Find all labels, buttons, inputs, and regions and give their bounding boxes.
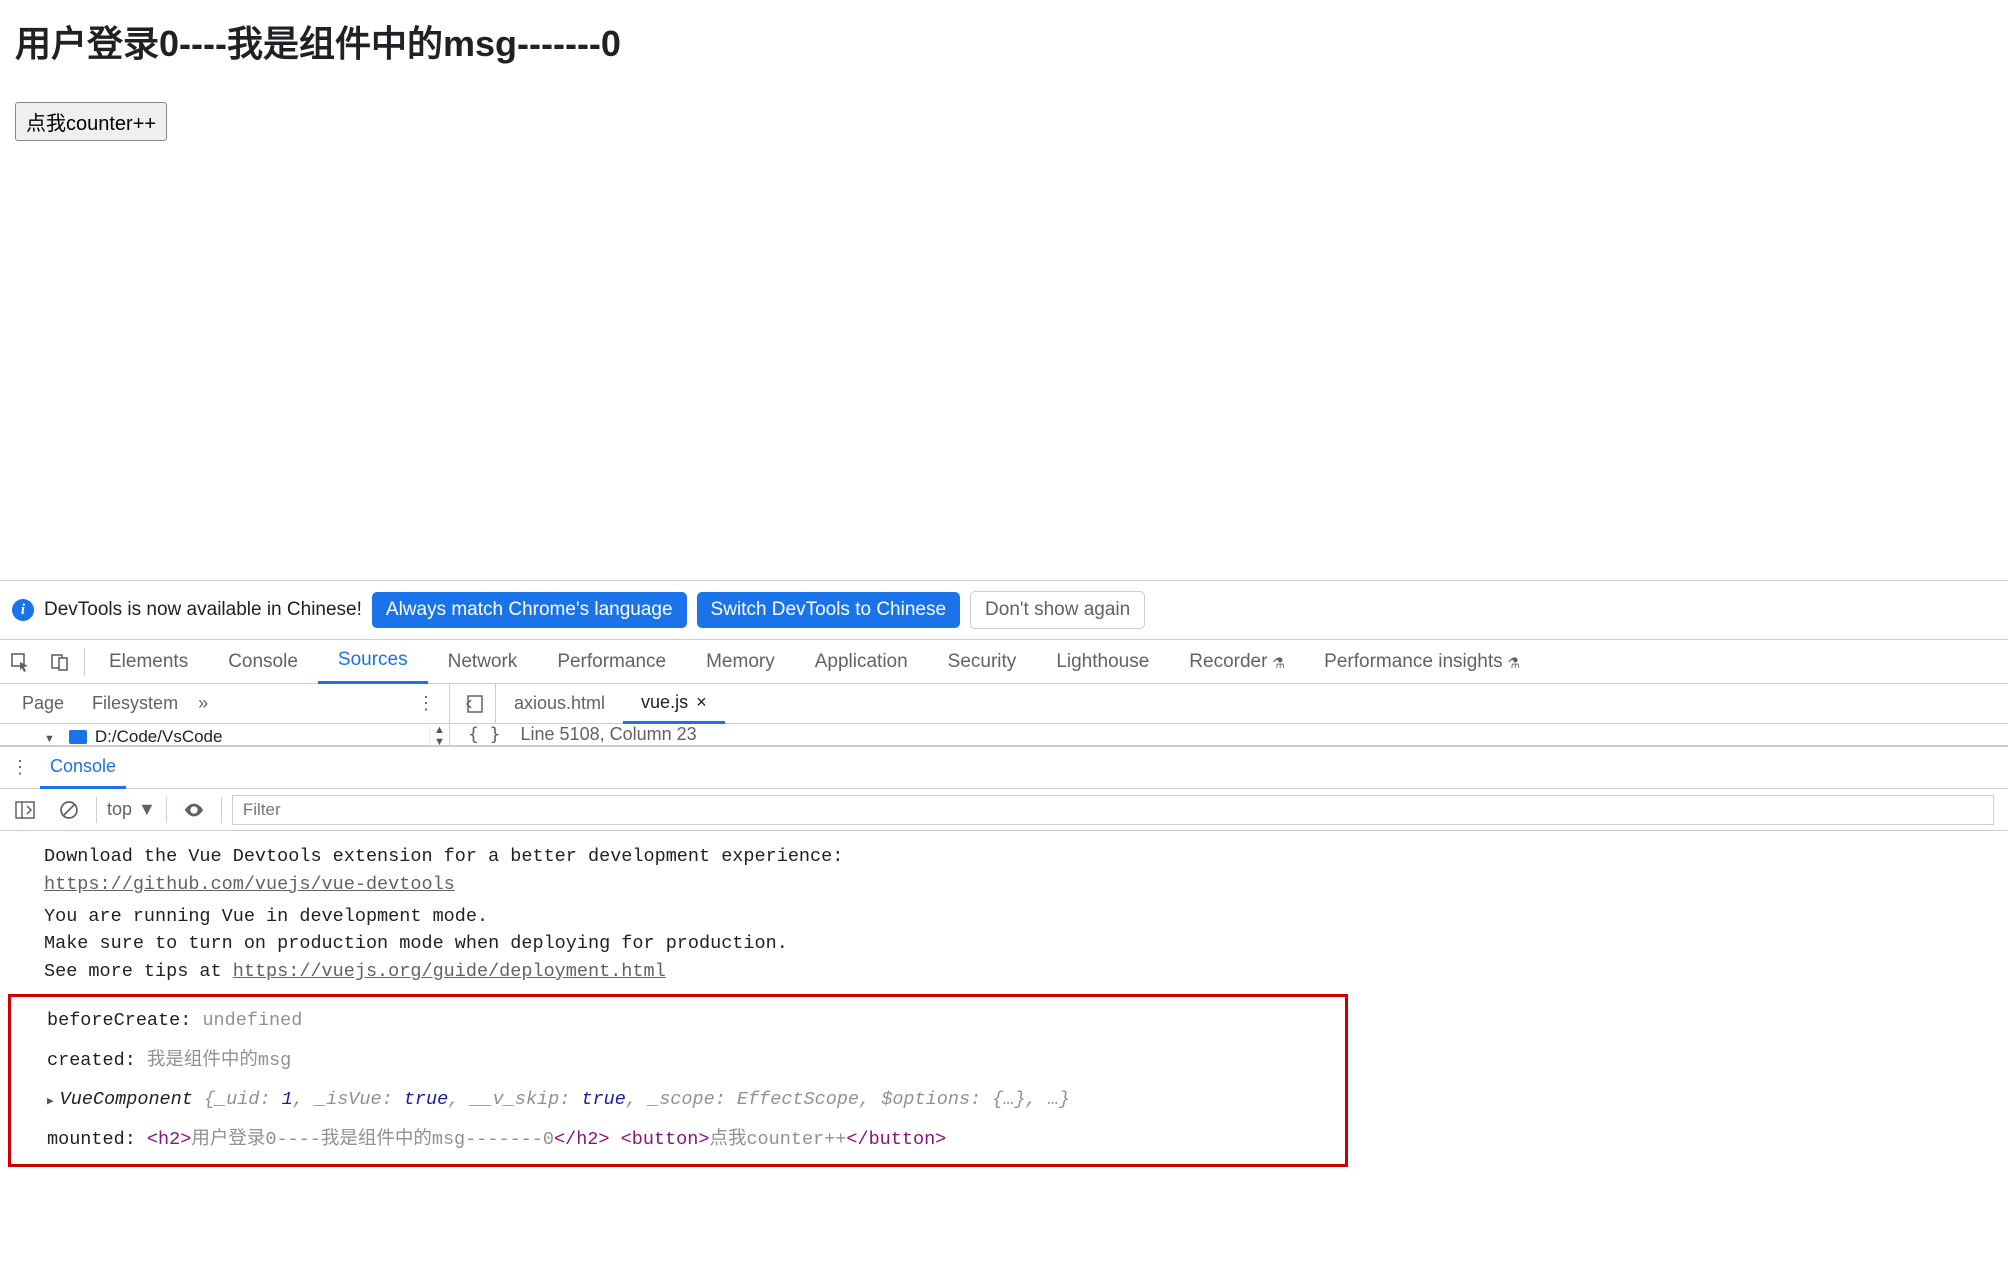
language-infobar: i DevTools is now available in Chinese! … — [0, 581, 2008, 640]
editor-tab-axious[interactable]: axious.html — [496, 684, 623, 724]
sources-navigator: Page Filesystem » ⋮ D:/Code/VsCode axiou… — [0, 684, 450, 745]
inspect-element-icon[interactable] — [0, 640, 40, 684]
console-text: created: — [47, 1050, 147, 1071]
sources-panel: Page Filesystem » ⋮ D:/Code/VsCode axiou… — [0, 684, 2008, 746]
preview-icon: ⚗ — [1508, 651, 1519, 673]
preview-icon: ⚗ — [1273, 651, 1284, 673]
pretty-print-icon[interactable]: { } — [468, 724, 501, 745]
page-viewport: 用户登录0----我是组件中的msg-------0 点我counter++ — [0, 0, 2008, 580]
tree-scrollbar[interactable]: ▲ ▼ — [429, 724, 449, 745]
console-object[interactable]: VueComponent {_uid: 1, _isVue: true, __v… — [11, 1080, 1345, 1120]
chevron-down-icon: ▼ — [138, 799, 156, 820]
separator — [96, 797, 97, 823]
devtools-tabbar: Elements Console Sources Network Perform… — [0, 640, 2008, 684]
tab-performance[interactable]: Performance — [537, 640, 686, 684]
navigator-tab-filesystem[interactable]: Filesystem — [78, 693, 192, 714]
tab-memory[interactable]: Memory — [686, 640, 795, 684]
tab-application[interactable]: Application — [795, 640, 928, 684]
editor-tab-label: vue.js — [641, 692, 688, 713]
tab-network[interactable]: Network — [428, 640, 538, 684]
console-toolbar: top ▼ — [0, 789, 2008, 831]
console-message: You are running Vue in development mode.… — [0, 901, 2008, 988]
editor-tab-vue[interactable]: vue.js × — [623, 684, 725, 724]
counter-button[interactable]: 点我counter++ — [15, 102, 167, 141]
console-value: 我是组件中的msg — [147, 1050, 291, 1071]
console-text: See more tips at — [44, 961, 233, 982]
separator — [166, 797, 167, 823]
console-text: You are running Vue in development mode. — [44, 906, 488, 927]
execution-context-selector[interactable]: top ▼ — [107, 799, 156, 820]
console-drawer: ⋮ Console top ▼ Download the Vu — [0, 746, 2008, 1167]
html-tag: </h2> — [554, 1129, 610, 1150]
tab-elements[interactable]: Elements — [89, 640, 208, 684]
vue-devtools-link[interactable]: https://github.com/vuejs/vue-devtools — [44, 874, 455, 895]
navigator-more-icon[interactable]: » — [198, 693, 208, 714]
tab-lighthouse[interactable]: Lighthouse — [1036, 640, 1169, 684]
console-text: Make sure to turn on production mode whe… — [44, 933, 788, 954]
clear-console-icon[interactable] — [52, 793, 86, 827]
console-text: Download the Vue Devtools extension for … — [44, 846, 843, 867]
expand-arrow-icon[interactable] — [44, 727, 61, 745]
drawer-tab-console[interactable]: Console — [40, 747, 126, 789]
separator — [221, 797, 222, 823]
drawer-header: ⋮ Console — [0, 747, 2008, 789]
info-icon: i — [12, 599, 34, 621]
tab-security[interactable]: Security — [928, 640, 1037, 684]
console-filter-input[interactable] — [232, 795, 1994, 825]
console-text: VueComponent — [60, 1089, 204, 1110]
console-message: Download the Vue Devtools extension for … — [0, 841, 2008, 901]
tree-folder[interactable]: D:/Code/VsCode — [0, 724, 449, 745]
navigator-menu-icon[interactable]: ⋮ — [417, 693, 435, 714]
close-tab-icon[interactable]: × — [696, 692, 707, 713]
vue-deployment-link[interactable]: https://vuejs.org/guide/deployment.html — [233, 961, 666, 982]
device-toggle-icon[interactable] — [40, 640, 80, 684]
scroll-down-icon[interactable]: ▼ — [430, 736, 449, 745]
always-match-language-button[interactable]: Always match Chrome's language — [372, 592, 687, 628]
console-value: undefined — [202, 1010, 302, 1031]
highlighted-logs: beforeCreate: undefined created: 我是组件中的m… — [8, 994, 1348, 1167]
folder-label: D:/Code/VsCode — [95, 727, 223, 745]
console-output: Download the Vue Devtools extension for … — [0, 831, 2008, 1167]
sources-editor: axious.html vue.js × { } Line 5108, Colu… — [450, 684, 2008, 745]
folder-icon — [69, 730, 87, 744]
tab-recorder[interactable]: Recorder ⚗ — [1169, 640, 1304, 684]
console-value: 用户登录0----我是组件中的msg-------0 — [191, 1129, 554, 1150]
editor-nav-back-icon[interactable] — [450, 684, 496, 724]
expand-arrow-icon[interactable] — [47, 1089, 60, 1110]
console-message: beforeCreate: undefined — [11, 1001, 1345, 1041]
editor-status-bar: { } Line 5108, Column 23 — [450, 724, 2008, 745]
console-value: 点我counter++ — [709, 1129, 846, 1150]
tab-console[interactable]: Console — [208, 640, 318, 684]
separator — [84, 648, 85, 676]
cursor-position: Line 5108, Column 23 — [521, 724, 697, 745]
navigator-tab-page[interactable]: Page — [8, 693, 78, 714]
console-text: beforeCreate: — [47, 1010, 202, 1031]
scroll-up-icon[interactable]: ▲ — [430, 724, 449, 736]
navigator-tabs: Page Filesystem » ⋮ — [0, 684, 449, 724]
object-preview: {_uid: 1, _isVue: true, __v_skip: true, … — [204, 1089, 1070, 1110]
live-expression-icon[interactable] — [177, 793, 211, 827]
context-label: top — [107, 799, 132, 820]
page-heading: 用户登录0----我是组件中的msg-------0 — [15, 15, 1993, 67]
dont-show-again-button[interactable]: Don't show again — [970, 591, 1145, 629]
html-tag: <button> — [621, 1129, 710, 1150]
tab-sources[interactable]: Sources — [318, 640, 428, 684]
switch-to-chinese-button[interactable]: Switch DevTools to Chinese — [697, 592, 961, 628]
console-message: created: 我是组件中的msg — [11, 1041, 1345, 1081]
infobar-text: DevTools is now available in Chinese! — [44, 599, 362, 621]
drawer-menu-icon[interactable]: ⋮ — [0, 757, 40, 778]
console-message: mounted: <h2>用户登录0----我是组件中的msg-------0<… — [11, 1120, 1345, 1160]
file-tree[interactable]: D:/Code/VsCode axious.html ▲ ▼ — [0, 724, 449, 745]
html-tag: </button> — [846, 1129, 946, 1150]
console-text: mounted: — [47, 1129, 147, 1150]
html-tag: <h2> — [147, 1129, 191, 1150]
console-sidebar-toggle-icon[interactable] — [8, 793, 42, 827]
tab-performance-insights[interactable]: Performance insights ⚗ — [1304, 640, 1539, 684]
devtools-panel: i DevTools is now available in Chinese! … — [0, 580, 2008, 1167]
editor-tabs: axious.html vue.js × — [450, 684, 2008, 724]
